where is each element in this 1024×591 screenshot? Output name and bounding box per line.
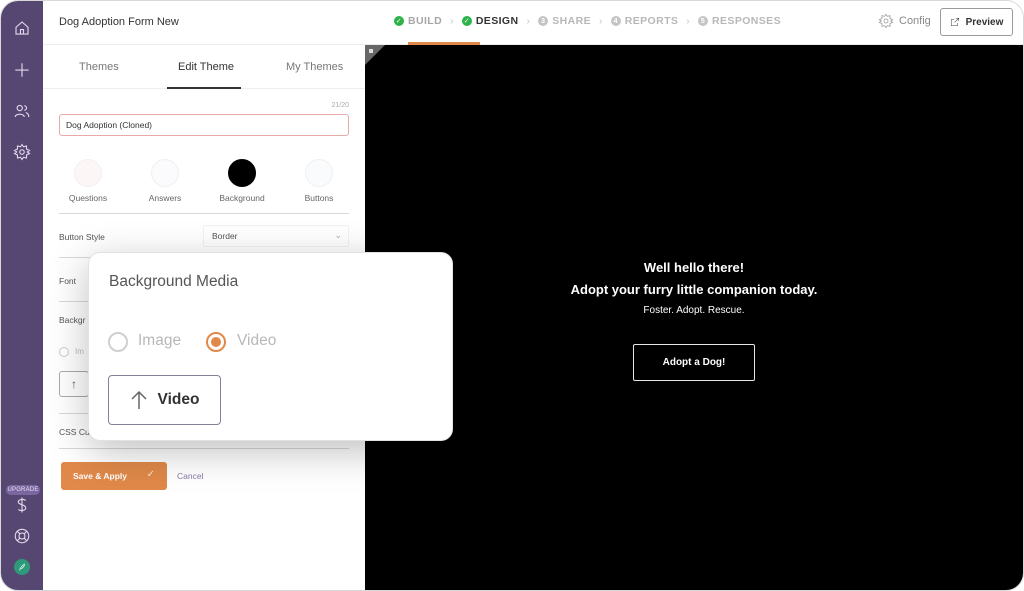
button-style-select[interactable]: Border ⌄ [203, 225, 349, 247]
questions-color-swatch[interactable] [74, 159, 102, 187]
check-icon: ✓ [394, 16, 404, 26]
chevron-right-icon: › [599, 15, 603, 27]
plus-icon[interactable] [12, 60, 32, 80]
corner-fold-icon[interactable] [365, 45, 385, 65]
check-icon: ✓ [146, 469, 155, 480]
check-icon: ✓ [461, 16, 472, 26]
arrow-up-icon [131, 390, 147, 409]
background-color-swatch[interactable] [228, 159, 256, 187]
preview-hero: Well hello there! Adopt your furry littl… [365, 257, 1023, 320]
upload-button[interactable]: ↑ [59, 371, 89, 397]
active-tab-indicator [167, 87, 241, 89]
left-nav-rail: UPGRADE [1, 1, 43, 590]
popup-title: Background Media [109, 273, 239, 290]
preview-subheading: Adopt your furry little companion today. [570, 282, 818, 297]
step-build[interactable]: ✓ BUILD [394, 15, 442, 27]
buttons-color-swatch[interactable] [305, 159, 333, 187]
users-icon[interactable] [12, 101, 32, 121]
font-label: Font [59, 276, 77, 286]
background-media-popup: Background Media Image Video Video [88, 252, 453, 441]
chevron-right-icon: › [450, 15, 454, 27]
top-header: Dog Adoption Form New ✓ BUILD › ✓ DESIGN… [43, 1, 1023, 45]
tab-themes[interactable]: Themes [79, 61, 119, 73]
config-button[interactable]: Config [878, 13, 931, 29]
cancel-link[interactable]: Cancel [177, 471, 203, 481]
chevron-right-icon: › [526, 15, 531, 27]
corner-marker [369, 49, 373, 53]
save-apply-button[interactable]: Save & Apply ✓ [61, 462, 167, 490]
upload-video-button[interactable]: Video [108, 375, 221, 425]
step-label: RESPONSES [712, 15, 781, 27]
image-radio-label: Image [138, 332, 182, 349]
button-style-label: Button Style [59, 232, 105, 242]
char-count: 21/20 [331, 102, 349, 109]
preview-label: Preview [965, 16, 1004, 28]
image-radio-label: Im [75, 347, 84, 356]
divider [59, 448, 349, 449]
adopt-dog-button[interactable]: Adopt a Dog! [633, 344, 755, 381]
step-reports[interactable]: 4 REPORTS [610, 15, 679, 27]
step-responses[interactable]: 5 RESPONSES [698, 15, 781, 27]
image-radio[interactable] [59, 347, 69, 357]
config-label: Config [899, 15, 931, 27]
tab-edit-theme[interactable]: Edit Theme [178, 61, 234, 73]
preview-tagline: Foster. Adopt. Rescue. [643, 305, 745, 316]
external-link-icon [950, 17, 959, 27]
swatch-label: Buttons [304, 193, 334, 203]
upgrade-badge[interactable]: UPGRADE [6, 485, 40, 495]
step-number-icon: 3 [538, 16, 549, 26]
app-window: UPGRADE Dog Adoption Form New ✓ BUILD › … [0, 0, 1024, 591]
step-share[interactable]: 3 SHARE [538, 15, 591, 27]
swatch-label: Answers [148, 193, 182, 203]
step-design[interactable]: ✓ DESIGN [461, 15, 519, 27]
preview-button[interactable]: Preview [940, 8, 1013, 36]
step-label: REPORTS [624, 15, 679, 27]
save-label: Save & Apply [73, 471, 128, 481]
background-label: Backgr [59, 315, 86, 325]
divider [59, 213, 349, 214]
video-radio[interactable] [206, 332, 226, 352]
theme-tabs: Themes Edit Theme My Themes [43, 45, 365, 89]
step-number-icon: 5 [698, 16, 709, 26]
avatar[interactable] [14, 559, 30, 575]
gear-icon[interactable] [12, 142, 32, 162]
video-radio-label: Video [237, 332, 277, 349]
answers-color-swatch[interactable] [151, 159, 179, 187]
step-label: DESIGN [475, 15, 519, 27]
chevron-right-icon: › [686, 15, 691, 27]
chevron-down-icon: ⌄ [334, 230, 342, 240]
gear-icon [878, 13, 894, 29]
step-nav: ✓ BUILD › ✓ DESIGN › 3 SHARE › 4 REPORTS… [394, 15, 781, 27]
swatch-label: Questions [68, 193, 108, 203]
arrow-up-icon: ↑ [71, 377, 77, 391]
css-custom-label: CSS Cu [59, 427, 90, 437]
step-label: SHARE [552, 15, 591, 27]
step-label: BUILD [408, 15, 443, 27]
form-preview: Well hello there! Adopt your furry littl… [365, 45, 1023, 590]
dollar-icon[interactable] [12, 495, 32, 515]
form-title: Dog Adoption Form New [59, 16, 179, 28]
swatch-label: Background [219, 193, 265, 203]
theme-name-input[interactable] [59, 114, 349, 136]
step-number-icon: 4 [610, 16, 621, 26]
image-radio[interactable] [108, 332, 128, 352]
upload-label: Video [157, 391, 200, 408]
home-icon[interactable] [12, 18, 32, 38]
select-value: Border [212, 231, 238, 241]
tab-my-themes[interactable]: My Themes [286, 61, 343, 73]
lifebuoy-icon[interactable] [12, 526, 32, 546]
preview-heading: Well hello there! [643, 260, 745, 275]
